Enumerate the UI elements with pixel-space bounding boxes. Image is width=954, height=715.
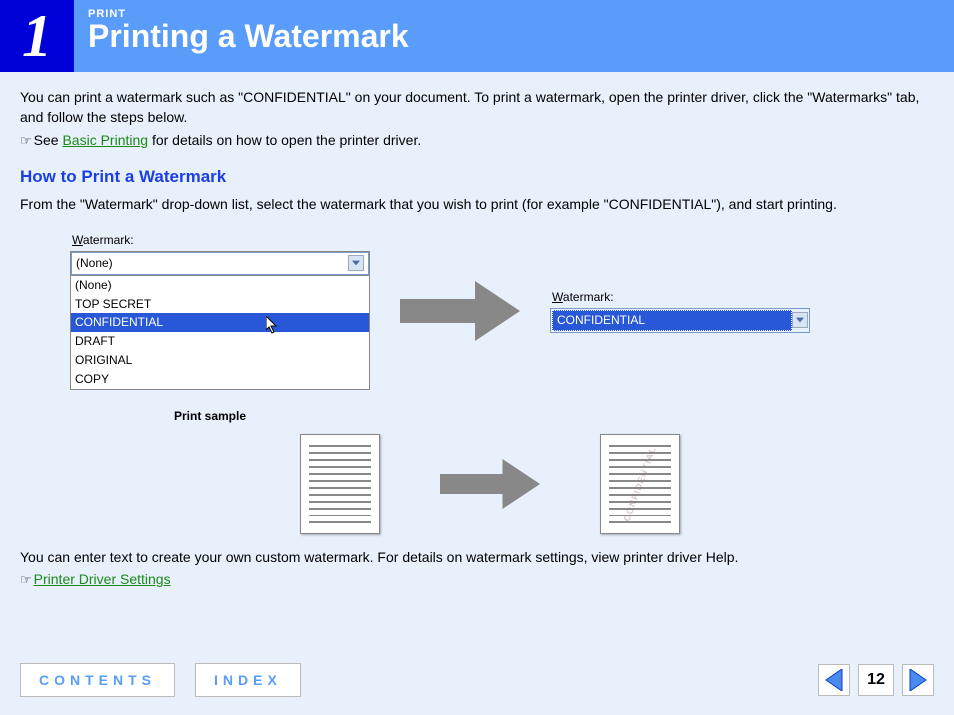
next-page-button[interactable] bbox=[902, 664, 934, 696]
intro-text: You can print a watermark such as "CONFI… bbox=[20, 88, 934, 127]
header-text-block: PRINT Printing a Watermark bbox=[74, 0, 423, 72]
printer-driver-settings-link[interactable]: Printer Driver Settings bbox=[34, 571, 171, 587]
watermark-overlay: CONFIDENTIAL bbox=[621, 445, 660, 524]
sample-page-before bbox=[300, 434, 380, 534]
basic-printing-link[interactable]: Basic Printing bbox=[62, 132, 148, 148]
watermark-dropdown-open[interactable]: (None) (None) TOP SECRET CONFIDENTIAL DR… bbox=[70, 251, 370, 390]
arrow-right-icon bbox=[400, 281, 520, 341]
chevron-down-icon[interactable] bbox=[348, 255, 364, 271]
dropdown-list: (None) TOP SECRET CONFIDENTIAL DRAFT ORI… bbox=[71, 275, 369, 389]
dropdown-option[interactable]: DRAFT bbox=[71, 332, 369, 351]
chevron-down-icon[interactable] bbox=[792, 312, 808, 328]
page-number: 12 bbox=[858, 664, 894, 696]
dropdown-option[interactable]: (None) bbox=[71, 276, 369, 295]
dropdown-closed-block: Watermark: CONFIDENTIAL bbox=[550, 289, 810, 333]
pager: 12 bbox=[818, 664, 934, 696]
diagram-row-samples: CONFIDENTIAL bbox=[20, 434, 934, 534]
diagram-row-dropdowns: Watermark: (None) (None) TOP SECRET CONF… bbox=[20, 232, 934, 389]
contents-button[interactable]: CONTENTS bbox=[20, 663, 175, 697]
dropdown-option[interactable]: COPY bbox=[71, 370, 369, 389]
see-line: ☞See Basic Printing for details on how t… bbox=[20, 131, 934, 151]
dropdown-option-highlighted[interactable]: CONFIDENTIAL bbox=[71, 313, 369, 332]
see-prefix: See bbox=[34, 132, 63, 148]
subdescription: From the "Watermark" drop-down list, sel… bbox=[20, 195, 934, 215]
chapter-number: 1 bbox=[0, 0, 74, 72]
print-sample-label: Print sample bbox=[90, 408, 330, 425]
pointer-icon: ☞ bbox=[20, 572, 32, 587]
content-area: You can print a watermark such as "CONFI… bbox=[0, 72, 954, 606]
dropdown-option[interactable]: TOP SECRET bbox=[71, 295, 369, 314]
dropdown-open-block: Watermark: (None) (None) TOP SECRET CONF… bbox=[70, 232, 370, 389]
page-title: Printing a Watermark bbox=[88, 18, 409, 55]
index-button[interactable]: INDEX bbox=[195, 663, 301, 697]
dropdown-closed-value: CONFIDENTIAL bbox=[552, 310, 792, 331]
see-suffix: for details on how to open the printer d… bbox=[148, 132, 421, 148]
cursor-icon bbox=[266, 316, 282, 341]
dropdown-selected-value: (None) bbox=[76, 255, 113, 272]
bottom-nav-bar: CONTENTS INDEX 12 bbox=[20, 663, 934, 697]
footer-link-line: ☞Printer Driver Settings bbox=[20, 570, 934, 590]
subheading: How to Print a Watermark bbox=[20, 165, 934, 189]
footer-text: You can enter text to create your own cu… bbox=[20, 548, 934, 568]
dropdown-option[interactable]: ORIGINAL bbox=[71, 351, 369, 370]
dropdown-closed-label: Watermark: bbox=[550, 289, 810, 308]
watermark-dropdown-closed[interactable]: CONFIDENTIAL bbox=[550, 308, 810, 333]
dropdown-open-label: Watermark: bbox=[70, 232, 370, 251]
arrow-right-icon bbox=[440, 459, 540, 509]
dropdown-selected-row: (None) bbox=[71, 252, 369, 275]
prev-page-button[interactable] bbox=[818, 664, 850, 696]
sample-page-after: CONFIDENTIAL bbox=[600, 434, 680, 534]
pointer-icon: ☞ bbox=[20, 133, 32, 148]
page-header: 1 PRINT Printing a Watermark bbox=[0, 0, 954, 72]
